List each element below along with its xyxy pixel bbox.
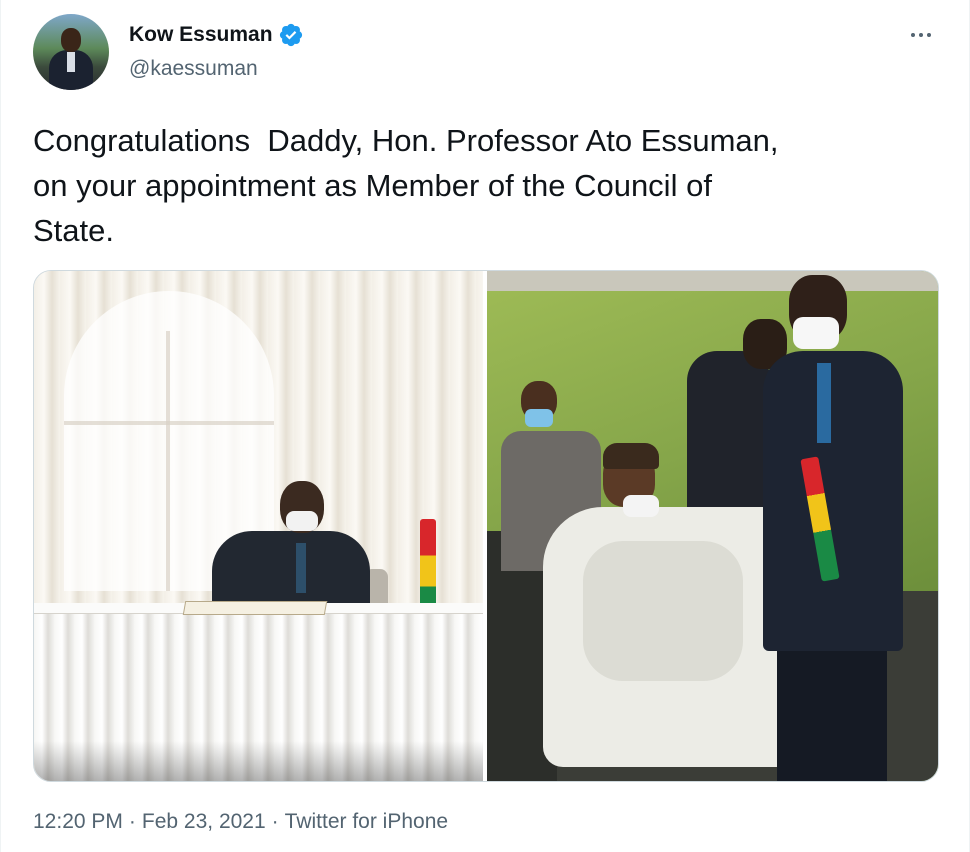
robe-fold bbox=[583, 541, 743, 681]
face-mask bbox=[623, 495, 659, 517]
verified-badge-icon bbox=[279, 23, 302, 47]
avatar-figure-shirt bbox=[67, 52, 75, 72]
face-mask bbox=[286, 511, 318, 531]
tall-man-body bbox=[763, 351, 903, 651]
tie bbox=[296, 543, 306, 593]
tweet-card: Kow Essuman @kaessuman Congratulations D… bbox=[0, 0, 970, 852]
tweet-text: Congratulations Daddy, Hon. Professor At… bbox=[33, 123, 779, 248]
face-mask bbox=[525, 409, 553, 427]
register-book bbox=[182, 601, 328, 615]
seated-elder-cap bbox=[603, 443, 659, 469]
separator: · bbox=[271, 810, 279, 833]
avatar[interactable] bbox=[33, 14, 109, 90]
author-name-row[interactable]: Kow Essuman bbox=[129, 22, 304, 48]
more-horizontal-icon bbox=[911, 33, 915, 37]
tweet-meta: 12:20 PM · Feb 23, 2021 · Twitter for iP… bbox=[33, 808, 448, 836]
face-mask bbox=[793, 317, 839, 349]
window-frame bbox=[64, 421, 274, 425]
window-frame bbox=[166, 331, 170, 591]
photo-shadow bbox=[34, 741, 483, 781]
tweet-date[interactable]: Feb 23, 2021 bbox=[142, 808, 266, 836]
photo-signing-register[interactable] bbox=[34, 271, 483, 781]
tweet-time[interactable]: 12:20 PM bbox=[33, 808, 123, 836]
more-options-button[interactable] bbox=[901, 22, 941, 48]
tie bbox=[817, 363, 831, 443]
more-horizontal-icon bbox=[927, 33, 931, 37]
author-name[interactable]: Kow Essuman bbox=[129, 22, 273, 48]
separator: · bbox=[128, 810, 136, 833]
tweet-source[interactable]: Twitter for iPhone bbox=[285, 808, 448, 836]
avatar-figure-head bbox=[61, 28, 81, 52]
media-grid bbox=[33, 270, 939, 782]
photo-ceremony-outdoor[interactable] bbox=[487, 271, 938, 781]
author-handle[interactable]: @kaessuman bbox=[129, 56, 258, 82]
tall-man-legs bbox=[777, 631, 887, 781]
more-horizontal-icon bbox=[919, 33, 923, 37]
